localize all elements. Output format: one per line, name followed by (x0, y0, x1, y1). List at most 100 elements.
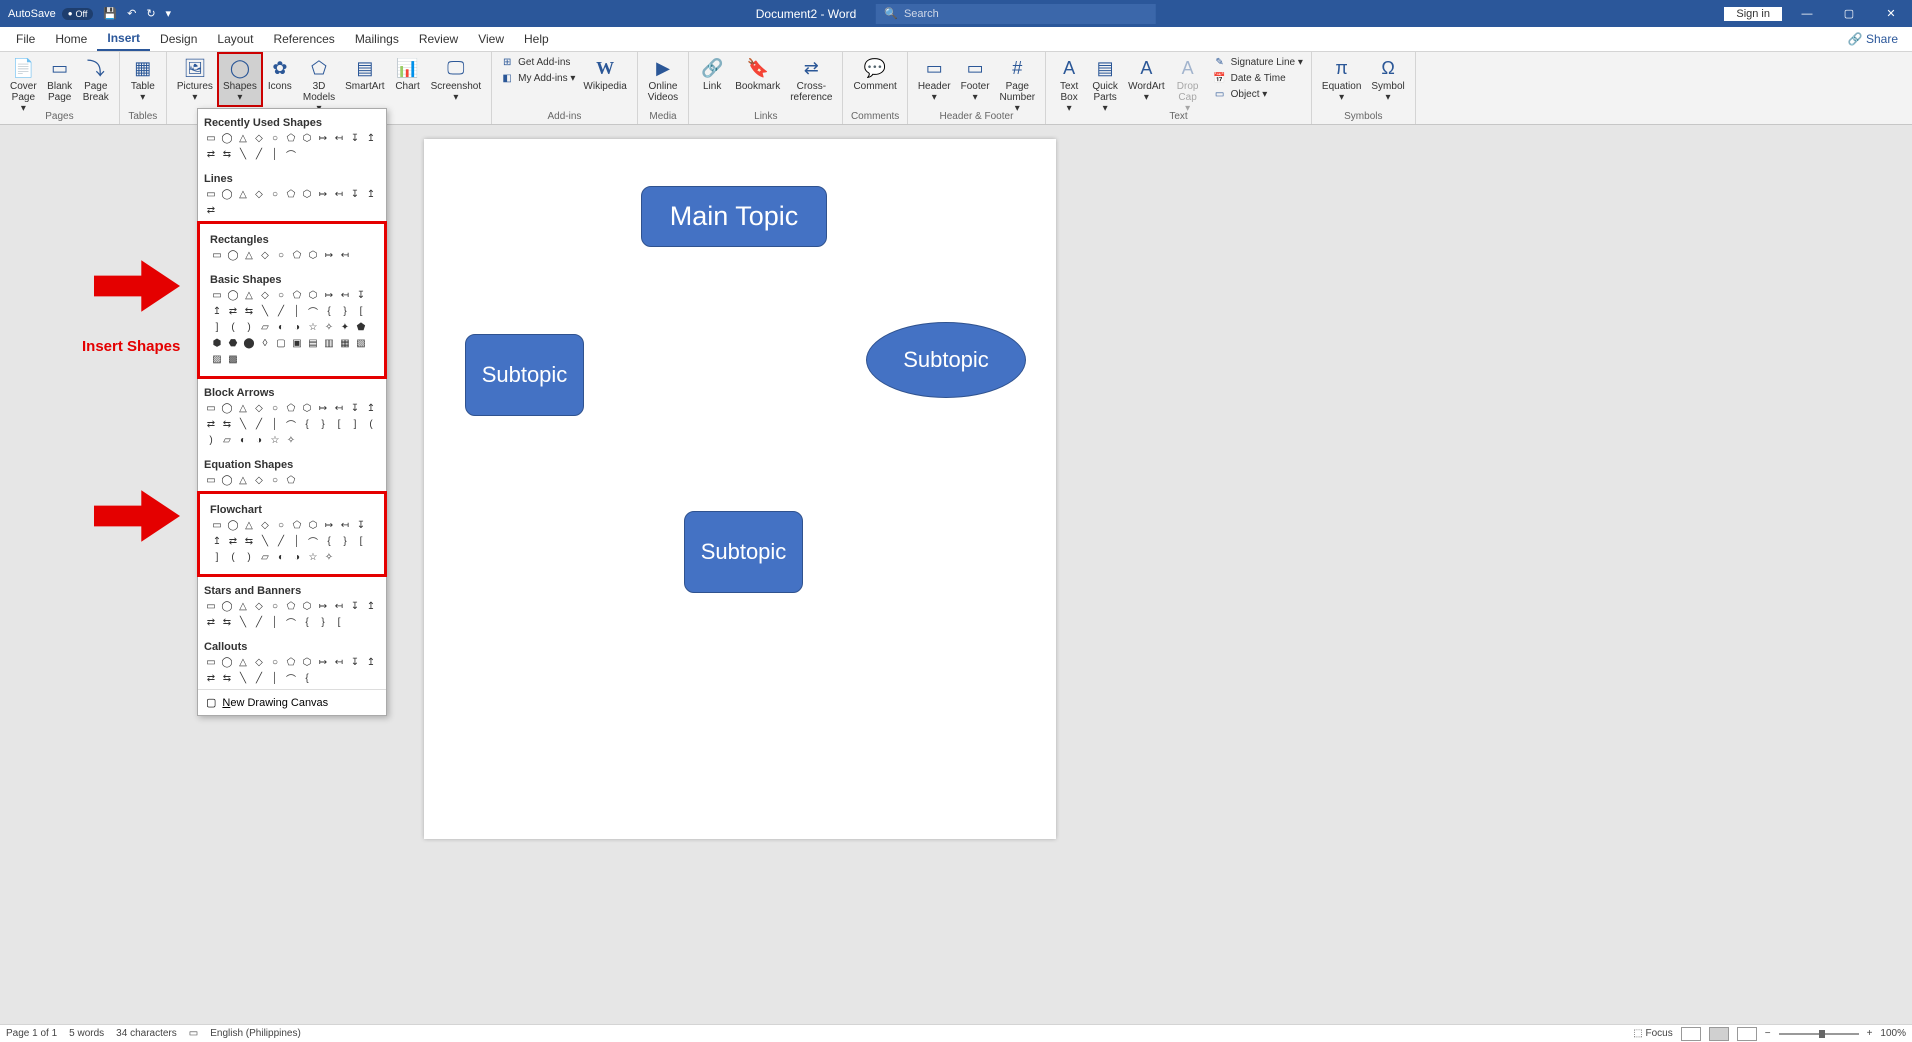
tab-help[interactable]: Help (514, 28, 559, 50)
shape-option[interactable]: ⬠ (284, 473, 298, 487)
shape-option[interactable]: ◇ (258, 518, 272, 532)
shape-option[interactable]: ☆ (268, 433, 282, 447)
shape-option[interactable]: ▭ (210, 518, 224, 532)
shape-option[interactable]: ╱ (252, 417, 266, 431)
shape-option[interactable]: ○ (268, 131, 282, 145)
shape-option[interactable]: ╲ (258, 534, 272, 548)
search-input[interactable] (904, 8, 1148, 20)
shape-option[interactable]: ⬠ (284, 401, 298, 415)
tab-review[interactable]: Review (409, 28, 468, 50)
document-page[interactable]: Main TopicSubtopicSubtopicSubtopic (424, 139, 1056, 839)
shape-option[interactable]: } (316, 615, 330, 629)
status-proofing-icon[interactable]: ▭ (189, 1028, 198, 1039)
shape-option[interactable]: ◑ (290, 550, 304, 564)
shape-option[interactable]: ↧ (348, 131, 362, 145)
shape-option[interactable]: ⬡ (300, 131, 314, 145)
zoom-out-button[interactable]: − (1765, 1028, 1771, 1039)
shape-option[interactable]: ↥ (364, 599, 378, 613)
shape-option[interactable]: ⌒ (306, 534, 320, 548)
shape-option[interactable]: ↧ (354, 518, 368, 532)
ribbon-smartart[interactable]: ▤SmartArt (341, 54, 388, 94)
shape-option[interactable]: ▣ (290, 336, 304, 350)
search-box[interactable]: 🔍 (876, 4, 1156, 24)
shape-option[interactable]: ▭ (210, 248, 224, 262)
shape-option[interactable]: ↦ (316, 401, 330, 415)
ribbon-wordart[interactable]: AWordArt ▾ (1124, 54, 1169, 105)
shape-option[interactable]: ⬡ (306, 518, 320, 532)
ribbon-3d-models[interactable]: ⬠3D Models ▾ (299, 54, 339, 116)
shape-option[interactable]: ⇆ (242, 534, 256, 548)
shape-option[interactable]: ] (210, 320, 224, 334)
view-print-layout[interactable] (1709, 1027, 1729, 1041)
shape-option[interactable]: ⬡ (306, 288, 320, 302)
shape-option[interactable]: ▭ (204, 131, 218, 145)
ribbon-page-number[interactable]: #Page Number ▾ (996, 54, 1040, 116)
shape-option[interactable]: ↥ (364, 187, 378, 201)
shape-option[interactable]: ╱ (274, 534, 288, 548)
ribbon-chart[interactable]: 📊Chart (391, 54, 425, 94)
ribbon-shapes[interactable]: ◯Shapes ▾ (217, 52, 263, 107)
maximize-icon[interactable]: ▢ (1832, 0, 1866, 27)
shape-option[interactable]: ▱ (258, 550, 272, 564)
shape-option[interactable]: ⬠ (290, 518, 304, 532)
shape-option[interactable]: ↤ (332, 131, 346, 145)
ribbon-signature-line[interactable]: ✎Signature Line ▾ (1211, 54, 1305, 70)
shape-option[interactable]: ↦ (322, 518, 336, 532)
shape-option[interactable]: ▱ (220, 433, 234, 447)
shape-option[interactable]: ▦ (338, 336, 352, 350)
shape-option[interactable]: ↥ (364, 655, 378, 669)
redo-icon[interactable]: ↻ (146, 7, 155, 20)
shape-option[interactable]: ○ (268, 599, 282, 613)
ribbon-page-break[interactable]: ⤵Page Break (79, 54, 113, 105)
shape-option[interactable]: △ (236, 401, 250, 415)
shape-option[interactable]: ▧ (354, 336, 368, 350)
shape-option[interactable]: { (300, 417, 314, 431)
ribbon-comment[interactable]: 💬Comment (849, 54, 900, 94)
shape-option[interactable]: ◯ (226, 518, 240, 532)
shape-option[interactable]: { (322, 534, 336, 548)
shape-option[interactable]: ◐ (236, 433, 250, 447)
shape-option[interactable]: ◐ (274, 320, 288, 334)
shape-option[interactable]: ◇ (252, 131, 266, 145)
shape-option[interactable]: ↦ (316, 187, 330, 201)
shape-option[interactable]: │ (268, 671, 282, 685)
share-button[interactable]: 🔗 Share (1848, 32, 1906, 46)
shape-option[interactable]: ╲ (258, 304, 272, 318)
ribbon-wikipedia[interactable]: WWikipedia (579, 54, 630, 94)
shape-option[interactable]: ▭ (204, 473, 218, 487)
status-focus[interactable]: ⬚ Focus (1633, 1028, 1672, 1039)
shape-option[interactable]: ⇄ (204, 203, 218, 217)
status-words[interactable]: 5 words (69, 1028, 104, 1039)
view-read-mode[interactable] (1681, 1027, 1701, 1041)
shape-option[interactable]: ) (242, 550, 256, 564)
shape-option[interactable]: ╱ (252, 671, 266, 685)
ribbon-equation[interactable]: πEquation ▾ (1318, 54, 1365, 105)
shape-option[interactable]: ▭ (204, 655, 218, 669)
shape-option[interactable]: ↤ (332, 599, 346, 613)
shape-option[interactable]: △ (236, 655, 250, 669)
shape-option[interactable]: ▩ (226, 352, 240, 366)
shape-option[interactable]: ◯ (220, 655, 234, 669)
tab-layout[interactable]: Layout (207, 28, 263, 50)
shape-option[interactable]: ⇆ (220, 615, 234, 629)
shape-option[interactable]: ◯ (220, 599, 234, 613)
shape-option[interactable]: ╱ (274, 304, 288, 318)
zoom-slider[interactable] (1779, 1033, 1859, 1035)
ribbon-my-add-ins[interactable]: ◧My Add-ins ▾ (498, 70, 577, 86)
shape-option[interactable]: ( (226, 320, 240, 334)
shape-option[interactable]: ▤ (306, 336, 320, 350)
signin-button[interactable]: Sign in (1724, 7, 1782, 21)
ribbon-object[interactable]: ▭Object ▾ (1211, 86, 1305, 102)
ribbon-header[interactable]: ▭Header ▾ (914, 54, 955, 105)
shape-option[interactable]: ◯ (220, 131, 234, 145)
close-icon[interactable]: ✕ (1874, 0, 1908, 27)
shape-option[interactable]: } (338, 304, 352, 318)
shape-option[interactable]: △ (236, 473, 250, 487)
ribbon-online-videos[interactable]: ▶Online Videos (644, 54, 682, 105)
shape-option[interactable]: ⇆ (220, 147, 234, 161)
ribbon-icons[interactable]: ✿Icons (263, 54, 297, 94)
autosave-toggle[interactable]: Off (62, 8, 94, 20)
shape-option[interactable]: ◇ (258, 248, 272, 262)
shape-option[interactable]: ↤ (332, 655, 346, 669)
shape-option[interactable]: ⇆ (220, 671, 234, 685)
